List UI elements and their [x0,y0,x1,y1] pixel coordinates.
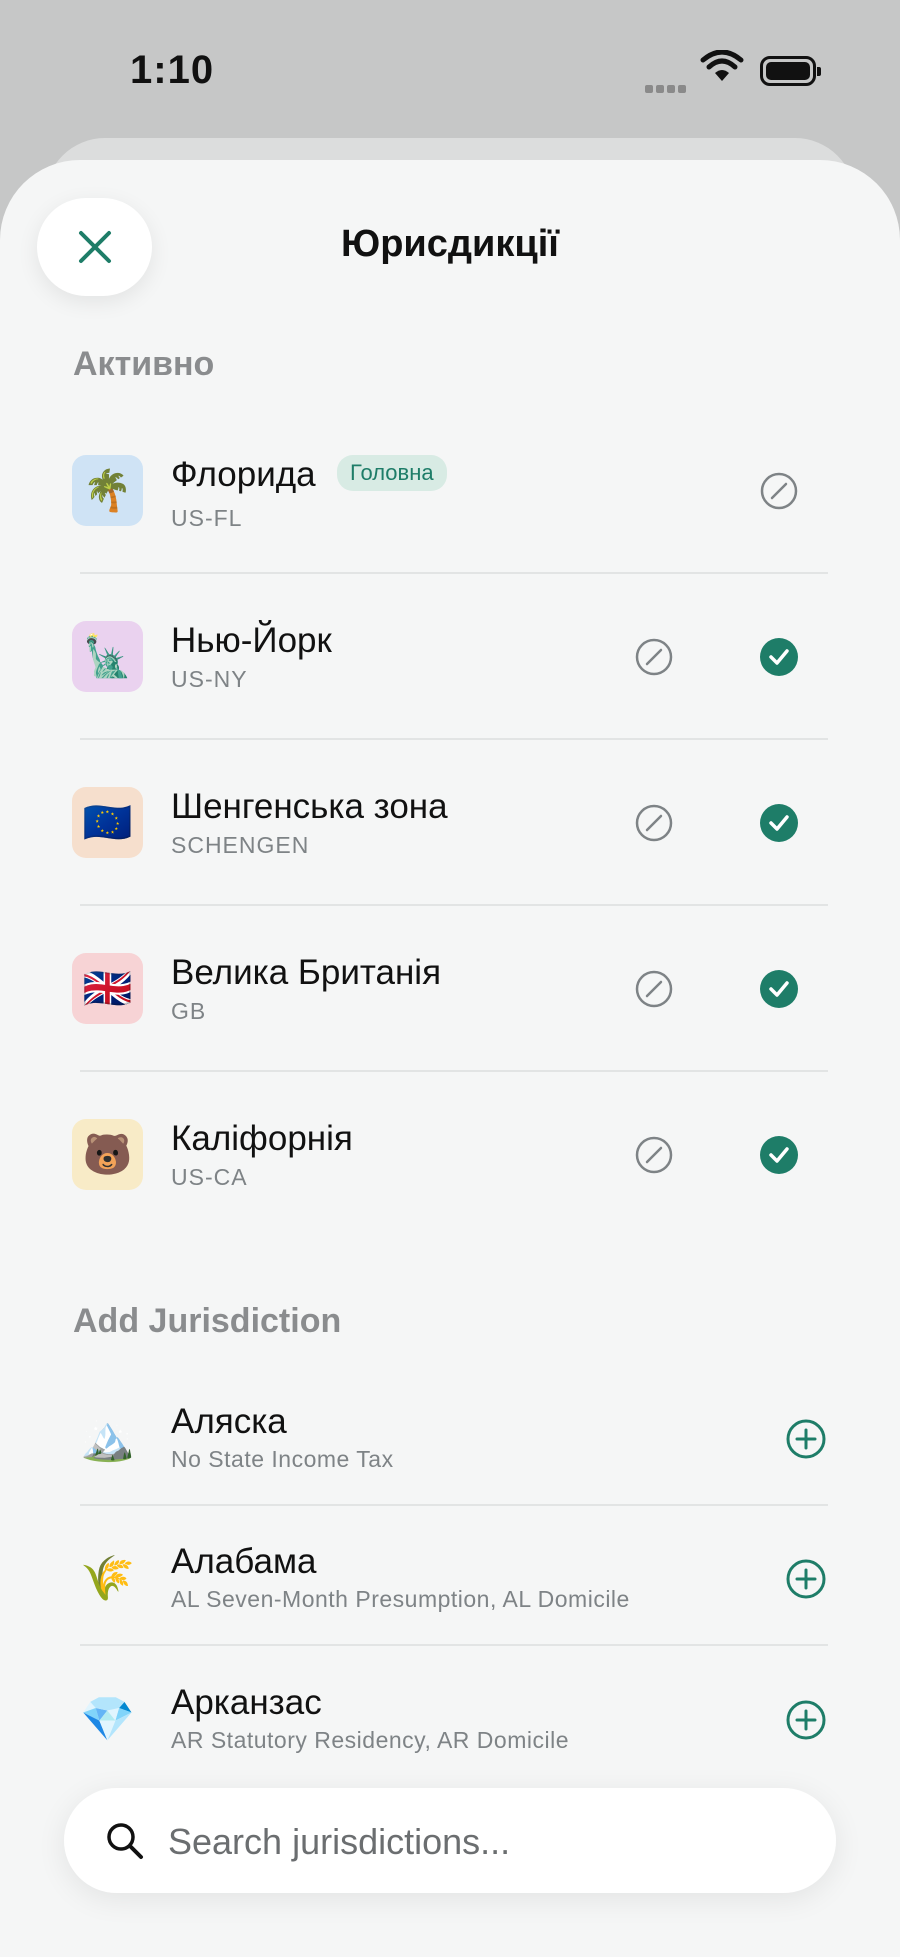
check-circle-icon[interactable] [759,637,799,677]
jurisdiction-name: Аляска [171,1402,287,1441]
wifi-icon [700,50,744,81]
divider [80,572,828,574]
jurisdiction-name: Нью-Йорк [171,621,332,660]
jurisdiction-name: Алабама [171,1542,317,1581]
check-circle-icon[interactable] [759,1135,799,1175]
edit-icon[interactable] [634,1135,674,1175]
check-circle-icon[interactable] [759,969,799,1009]
uk-flag-icon: 🇬🇧 [72,953,143,1024]
jurisdiction-description: AL Seven-Month Presumption, AL Domicile [171,1586,630,1612]
divider [80,738,828,740]
mountain-icon: 🏔️ [80,1413,135,1463]
divider [80,904,828,906]
jurisdiction-code: GB [171,998,207,1024]
edit-icon[interactable] [634,969,674,1009]
search-icon [107,1823,143,1859]
edit-icon[interactable] [634,637,674,677]
plus-circle-icon[interactable] [785,1699,827,1741]
search-bar[interactable]: Search jurisdictions... [64,1788,836,1893]
jurisdiction-description: No State Income Tax [171,1446,394,1472]
page-title: Юрисдикції [341,223,559,265]
divider [80,1504,828,1506]
statue-of-liberty-icon: 🗽 [72,621,143,692]
edit-icon[interactable] [759,471,799,511]
active-section-title: Активно [73,345,215,383]
jurisdiction-name: Флорида [171,455,316,494]
jurisdiction-name: Велика Британія [171,953,442,992]
diamond-icon: 💎 [80,1694,135,1744]
divider [80,1070,828,1072]
jurisdiction-code: US-NY [171,666,248,692]
search-input[interactable]: Search jurisdictions... [168,1821,510,1863]
jurisdiction-name: Арканзас [171,1683,322,1722]
jurisdiction-code: US-CA [171,1164,248,1190]
divider [80,1644,828,1646]
jurisdiction-name: Каліфорнія [171,1119,353,1158]
plus-circle-icon[interactable] [785,1558,827,1600]
battery-icon [760,56,821,86]
status-bar: 1:10 [0,0,900,140]
signal-dots-icon [645,80,689,98]
status-time: 1:10 [130,48,215,92]
jurisdiction-code: SCHENGEN [171,832,310,858]
jurisdiction-name: Шенгенська зона [171,787,448,826]
primary-badge: Головна [337,455,447,491]
eu-flag-icon: 🇪🇺 [72,787,143,858]
wheat-icon: 🌾 [80,1553,135,1603]
edit-icon[interactable] [634,803,674,843]
add-section-title: Add Jurisdiction [73,1302,342,1340]
jurisdiction-description: AR Statutory Residency, AR Domicile [171,1727,569,1753]
jurisdiction-code: US-FL [171,505,243,531]
bear-icon: 🐻 [72,1119,143,1190]
plus-circle-icon[interactable] [785,1418,827,1460]
check-circle-icon[interactable] [759,803,799,843]
florida-palm-icon: 🌴 [72,455,143,526]
